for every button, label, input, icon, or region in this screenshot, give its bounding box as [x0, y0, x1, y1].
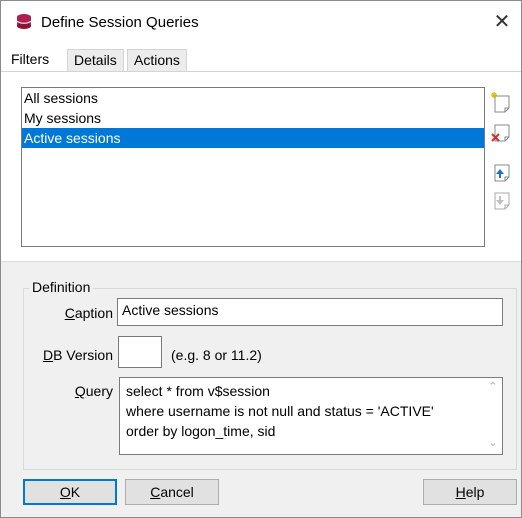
scroll-up-icon[interactable]: ⌃ [486, 380, 500, 394]
query-text: select * from v$session where username is… [126, 383, 434, 439]
list-item[interactable]: My sessions [22, 108, 484, 128]
help-button[interactable]: Help [423, 479, 517, 505]
tab-filters[interactable]: Filters [5, 47, 56, 71]
scroll-down-icon[interactable]: ⌄ [486, 436, 500, 450]
query-scrollbar[interactable]: ⌃ ⌄ [484, 378, 502, 454]
list-item-selected[interactable]: Active sessions [22, 128, 484, 148]
query-textarea[interactable]: select * from v$session where username is… [119, 377, 503, 455]
window-title: Define Session Queries [41, 14, 199, 31]
query-list[interactable]: All sessions My sessions Active sessions [21, 87, 485, 247]
title-bar[interactable]: Define Session Queries ✕ [1, 1, 521, 43]
ok-button[interactable]: OK [23, 479, 117, 505]
query-label: Query [74, 383, 113, 399]
caption-input[interactable]: Active sessions [117, 298, 503, 326]
db-version-label: DB Version [42, 347, 113, 363]
tab-strip: Filters Details Actions [1, 47, 521, 71]
caption-label: Caption [64, 305, 113, 321]
list-item[interactable]: All sessions [22, 88, 484, 108]
move-up-icon[interactable] [489, 161, 515, 185]
move-down-icon[interactable] [489, 189, 515, 213]
new-query-icon[interactable] [489, 91, 515, 115]
database-icon [16, 14, 32, 29]
definition-group-label: Definition [29, 279, 94, 295]
close-icon[interactable]: ✕ [487, 7, 517, 37]
tab-actions[interactable]: Actions [127, 49, 187, 71]
delete-query-icon[interactable] [489, 121, 515, 145]
cancel-button[interactable]: Cancel [125, 479, 219, 505]
db-version-hint: (e.g. 8 or 11.2) [171, 347, 262, 363]
define-session-queries-dialog: Define Session Queries ✕ Filters Details… [0, 0, 522, 518]
tab-details[interactable]: Details [67, 49, 124, 71]
db-version-input[interactable] [118, 336, 162, 368]
tab-divider [1, 71, 521, 72]
